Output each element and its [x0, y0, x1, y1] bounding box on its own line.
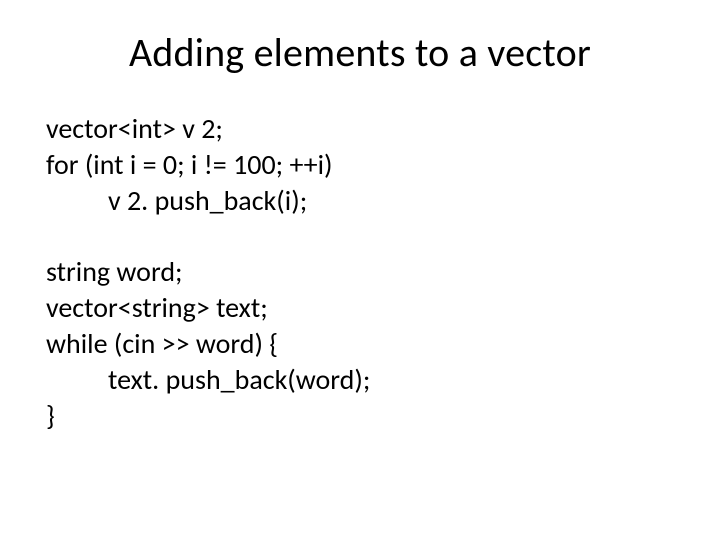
- blank-line: [46, 218, 674, 254]
- code-line: string word;: [46, 254, 674, 290]
- code-line: vector<string> text;: [46, 290, 674, 326]
- code-block: vector<int> v 2; for (int i = 0; i != 10…: [46, 111, 674, 434]
- code-line: text. push_back(word);: [46, 362, 674, 398]
- code-line: while (cin >> word) {: [46, 326, 674, 362]
- slide: Adding elements to a vector vector<int> …: [0, 0, 720, 540]
- code-line: }: [46, 398, 674, 434]
- code-line: vector<int> v 2;: [46, 111, 674, 147]
- code-line: v 2. push_back(i);: [46, 183, 674, 219]
- slide-title: Adding elements to a vector: [46, 28, 674, 77]
- code-line: for (int i = 0; i != 100; ++i): [46, 147, 674, 183]
